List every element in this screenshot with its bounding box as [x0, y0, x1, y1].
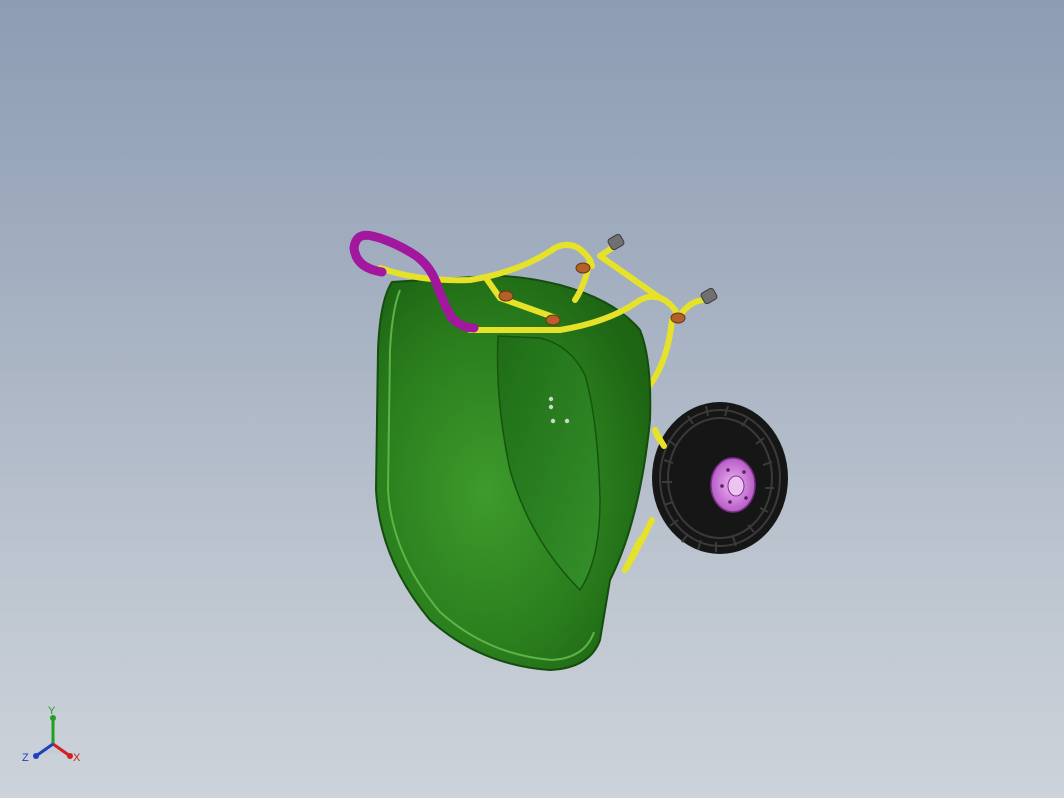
- orientation-triad: Y X Z: [22, 705, 81, 764]
- y-axis-label: Y: [48, 705, 56, 717]
- bolt-hole: [548, 396, 554, 402]
- bolt-hole: [564, 418, 570, 424]
- tray[interactable]: [374, 274, 652, 672]
- triad-axes: Y X Z: [22, 705, 81, 764]
- wheel[interactable]: [652, 402, 788, 554]
- wheelbarrow-model[interactable]: [0, 0, 1064, 798]
- bolt-hole: [550, 418, 556, 424]
- bolt-hole: [548, 404, 554, 410]
- graphics-viewport[interactable]: Y X Z: [0, 0, 1064, 798]
- z-axis-label: Z: [22, 752, 29, 764]
- hub-center: [727, 475, 745, 497]
- x-axis-label: X: [73, 752, 81, 764]
